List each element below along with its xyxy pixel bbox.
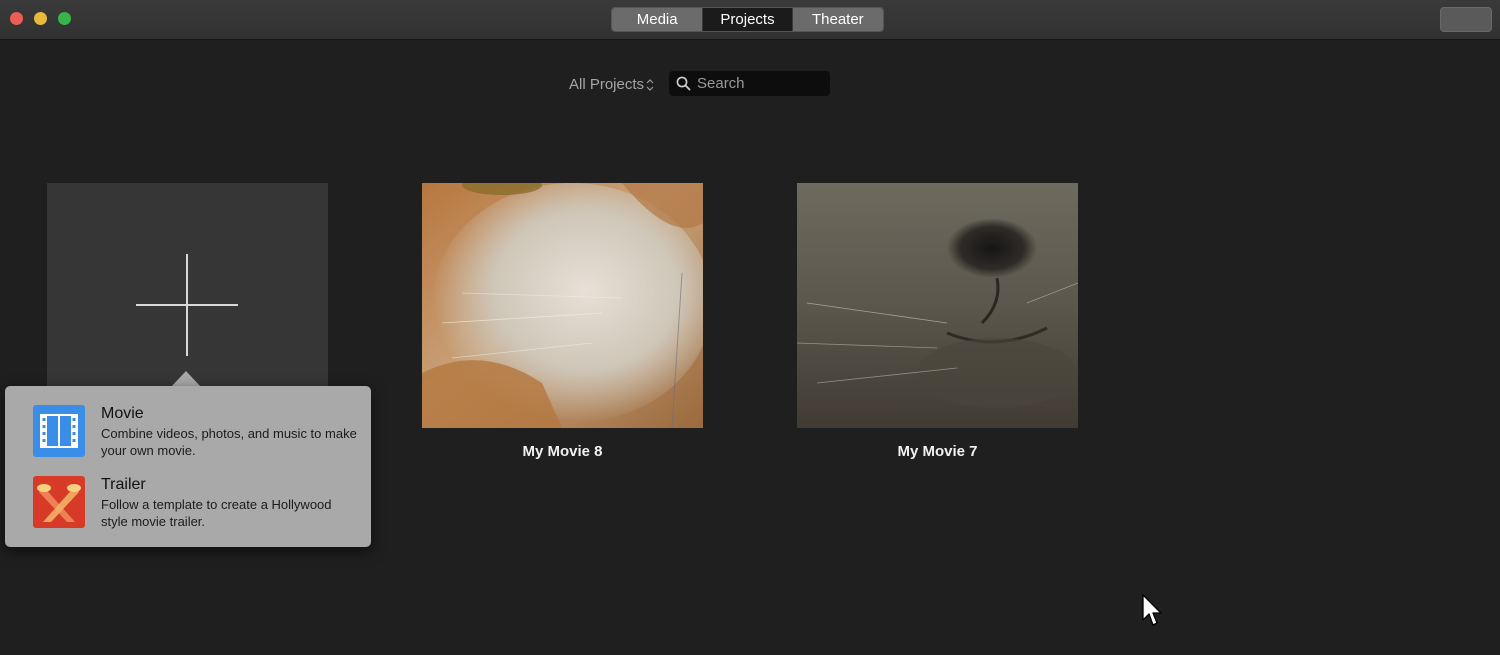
search-icon — [676, 76, 691, 91]
new-movie-option[interactable]: Movie Combine videos, photos, and music … — [33, 404, 363, 460]
tab-theater[interactable]: Theater — [791, 8, 883, 31]
minimize-window-button[interactable] — [34, 12, 47, 25]
search-input[interactable] — [697, 75, 817, 92]
view-segmented-control: Media Projects Theater — [611, 7, 884, 32]
projects-filter-dropdown[interactable]: All Projects — [569, 76, 654, 93]
zoom-window-button[interactable] — [58, 12, 71, 25]
film-strip-icon — [33, 405, 85, 457]
project-title[interactable]: My Movie 8 — [422, 443, 703, 460]
close-window-button[interactable] — [10, 12, 23, 25]
project-thumbnail[interactable] — [422, 183, 703, 428]
popover-arrow — [171, 371, 201, 387]
project-title[interactable]: My Movie 7 — [797, 443, 1078, 460]
search-field[interactable] — [669, 71, 830, 96]
toolbar-button[interactable] — [1440, 7, 1492, 32]
filter-label: All Projects — [569, 76, 645, 93]
up-down-chevron-icon — [646, 78, 654, 92]
tab-media[interactable]: Media — [612, 8, 704, 31]
spotlights-icon — [33, 476, 85, 528]
option-description: Combine videos, photos, and music to mak… — [101, 426, 357, 458]
option-title: Movie — [101, 405, 144, 422]
mouse-pointer-icon — [1142, 594, 1164, 633]
new-project-popover: Movie Combine videos, photos, and music … — [5, 386, 371, 547]
tab-projects[interactable]: Projects — [703, 8, 792, 31]
plus-icon — [136, 304, 238, 306]
title-bar: Media Projects Theater — [0, 0, 1500, 40]
option-title: Trailer — [101, 476, 146, 493]
option-description: Follow a template to create a Hollywood … — [101, 497, 332, 529]
project-thumbnail[interactable] — [797, 183, 1078, 428]
new-trailer-option[interactable]: Trailer Follow a template to create a Ho… — [33, 475, 363, 531]
